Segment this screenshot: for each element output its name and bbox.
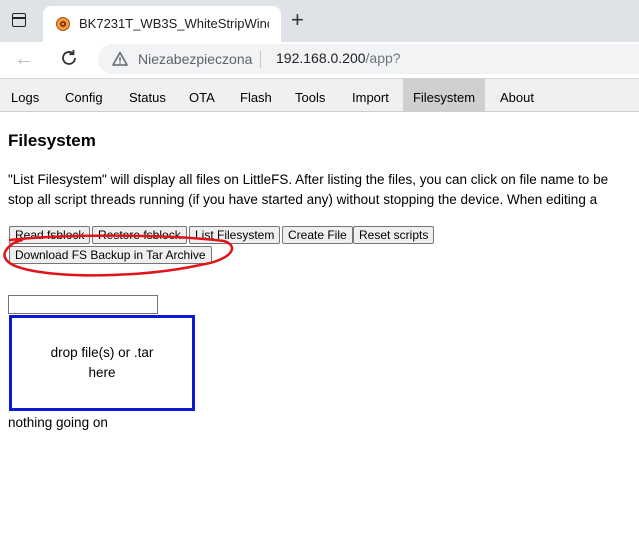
new-tab-icon[interactable]: +	[291, 9, 304, 31]
tab-filesystem[interactable]: Filesystem	[403, 79, 485, 111]
tab-status[interactable]: Status	[129, 79, 166, 111]
tab-tools[interactable]: Tools	[295, 79, 325, 111]
description-line-2: stop all script threads running (if you …	[8, 192, 598, 207]
browser-tab[interactable]: BK7231T_WB3S_WhiteStripWindow	[43, 6, 281, 42]
restore-fsblock-button[interactable]: Restore fsblock	[92, 226, 187, 244]
status-text: nothing going on	[8, 415, 108, 430]
read-fsblock-button[interactable]: Read fsblock	[9, 226, 91, 244]
file-drop-zone[interactable]: drop file(s) or .tar here	[9, 315, 195, 411]
description-line-1: "List Filesystem" will display all files…	[8, 172, 609, 187]
tab-flash[interactable]: Flash	[240, 79, 272, 111]
address-bar[interactable]: Niezabezpieczona 192.168.0.200/app?	[98, 44, 639, 74]
tab-about[interactable]: About	[500, 79, 534, 111]
app-nav: Logs Config Status OTA Flash Tools Impor…	[0, 79, 639, 112]
window-icon[interactable]	[12, 13, 26, 27]
page-title: Filesystem	[8, 131, 96, 150]
create-file-button[interactable]: Create File	[282, 226, 353, 244]
download-fs-backup-button[interactable]: Download FS Backup in Tar Archive	[9, 246, 212, 264]
url-host: 192.168.0.200	[276, 50, 366, 66]
browser-tab-strip: BK7231T_WB3S_WhiteStripWindow +	[0, 0, 639, 42]
favicon-gear-icon	[56, 17, 70, 31]
reset-scripts-button[interactable]: Reset scripts	[353, 226, 435, 244]
file-name-input[interactable]	[8, 295, 158, 314]
reload-icon[interactable]	[58, 47, 80, 69]
tab-ota[interactable]: OTA	[189, 79, 215, 111]
list-filesystem-button[interactable]: List Filesystem	[189, 226, 281, 244]
page-description: "List Filesystem" will display all files…	[8, 170, 639, 210]
warning-icon[interactable]	[112, 51, 128, 67]
tab-config[interactable]: Config	[65, 79, 103, 111]
tab-import[interactable]: Import	[352, 79, 389, 111]
address-separator	[260, 51, 261, 68]
back-arrow-icon[interactable]: ←	[14, 48, 34, 71]
tab-logs[interactable]: Logs	[11, 79, 39, 111]
browser-toolbar: ← Niezabezpieczona 192.168.0.200/app?	[0, 42, 639, 79]
drop-zone-text: drop file(s) or .tar here	[50, 345, 154, 380]
url-text[interactable]: 192.168.0.200/app?	[276, 50, 401, 66]
url-path: /app?	[365, 50, 401, 66]
security-label[interactable]: Niezabezpieczona	[138, 51, 252, 67]
tab-title: BK7231T_WB3S_WhiteStripWindow	[79, 16, 269, 31]
